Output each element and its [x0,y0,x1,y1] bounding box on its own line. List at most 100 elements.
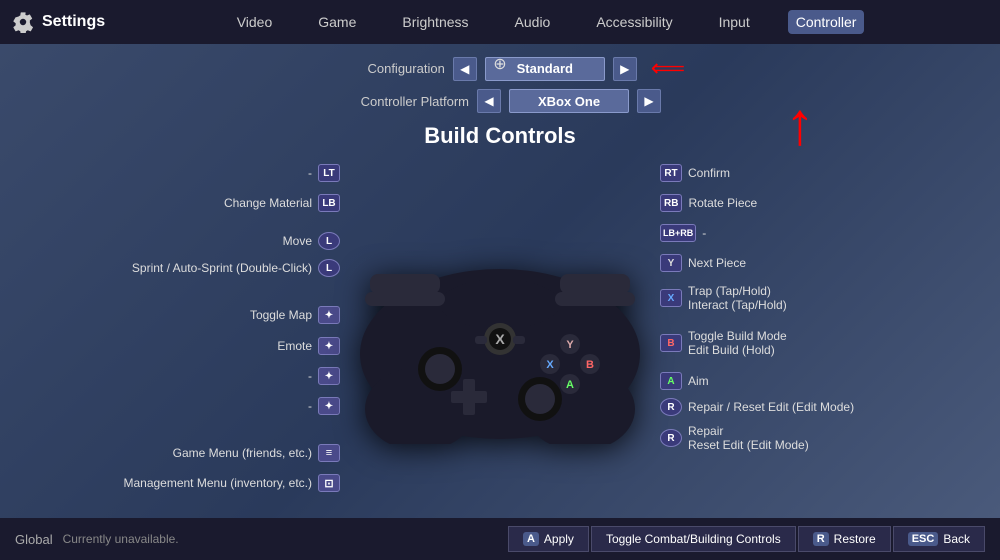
lt-badge: LT [318,164,340,182]
red-arrow-up-icon: ↑ [785,94,815,154]
a-text: Aim [688,374,709,388]
emote-badge: ✦ [318,337,340,355]
lbrb-badge: LB+RB [660,224,696,242]
nav-controller[interactable]: Controller [788,10,865,34]
toggle-combat-button[interactable]: Toggle Combat/Building Controls [591,526,796,552]
apply-key-badge: A [523,532,539,546]
dpad-badge: ✦ [318,306,340,324]
toggle-label: Toggle Combat/Building Controls [606,532,781,546]
lb-text: Change Material [224,196,312,210]
rs2-badge: R [660,429,682,447]
y-label: Y Next Piece [660,254,746,272]
svg-text:Y: Y [566,339,574,351]
rb-text: Rotate Piece [688,196,757,210]
svg-text:B: B [586,359,594,371]
lb-label: LB Change Material [224,194,340,212]
repair-label: R RepairReset Edit (Edit Mode) [660,424,809,452]
x-text: Trap (Tap/Hold)Interact (Tap/Hold) [688,284,787,312]
emote-text: Emote [277,339,312,353]
config-prev-button[interactable]: ◀ [453,57,477,81]
left-dash2-badge: ✦ [318,397,340,415]
crosshair-icon: ⊕ [493,54,506,74]
nav-accessibility[interactable]: Accessibility [588,10,680,34]
nav-audio[interactable]: Audio [507,10,559,34]
b-badge: B [660,334,682,352]
gamemenu-label: ≡ Game Menu (friends, etc.) [173,444,340,462]
platform-prev-button[interactable]: ◀ [477,89,501,113]
restore-key-badge: R [813,532,829,546]
aim-label: R Repair / Reset Edit (Edit Mode) [660,398,854,416]
bottom-bar: Global Currently unavailable. A Apply To… [0,518,1000,560]
left-dash2-text: - [308,399,312,413]
aim-text: Repair / Reset Edit (Edit Mode) [688,400,854,414]
back-key-badge: ESC [908,532,939,546]
move-text: Move [283,234,312,248]
left-dash2-label: ✦ - [308,397,340,415]
platform-next-button[interactable]: ▶ [637,89,661,113]
togglemap-label: ✦ Toggle Map [250,306,340,324]
left-dash1-badge: ✦ [318,367,340,385]
rb-label: RB Rotate Piece [660,194,757,212]
apply-button[interactable]: A Apply [508,526,589,552]
repair-text: RepairReset Edit (Edit Mode) [688,424,809,452]
app-title: Settings [42,13,105,31]
title-bar-left: Settings [12,11,105,33]
x-badge: X [660,289,682,307]
sprint-label: L Sprint / Auto-Sprint (Double-Click) [132,259,340,277]
configuration-label: Configuration [315,61,445,76]
y-badge: Y [660,254,682,272]
restore-label: Restore [834,532,876,546]
right-labels: RT Confirm RB Rotate Piece LB+RB - Y Nex… [660,154,980,514]
controller-area: LT - LB Change Material L Move L Sprint … [20,154,980,514]
b-text: Toggle Build ModeEdit Build (Hold) [688,329,787,357]
ls-badge: L [318,232,340,250]
nav-video[interactable]: Video [229,10,281,34]
rt-label: RT Confirm [660,164,730,182]
lt-label: LT - [308,164,340,182]
left-dash1-label: ✦ - [308,367,340,385]
global-label: Global [15,532,53,547]
status-text: Currently unavailable. [63,532,508,546]
back-button[interactable]: ESC Back [893,526,985,552]
title-bar: Settings Video Game Brightness Audio Acc… [0,0,1000,44]
platform-label: Controller Platform [339,94,469,109]
left-dash1-text: - [308,369,312,383]
nav-menu: Video Game Brightness Audio Accessibilit… [105,10,988,34]
lbrb-text: - [702,226,706,240]
move-label: L Move [283,232,340,250]
red-arrow-left-icon: ⟸ [651,54,685,83]
svg-text:X: X [495,331,505,347]
rs-badge: R [660,398,682,416]
build-controls-title: Build Controls [20,123,980,149]
back-label: Back [943,532,970,546]
y-text: Next Piece [688,256,746,270]
a-badge: A [660,372,682,390]
bottom-actions: A Apply Toggle Combat/Building Controls … [508,526,985,552]
controller-svg: Y B X A X [345,224,655,444]
lb-badge: LB [318,194,340,212]
a-label: A Aim [660,372,709,390]
gamemenu-badge: ≡ [318,444,340,462]
left-labels: LT - LB Change Material L Move L Sprint … [20,154,340,514]
apply-label: Apply [544,532,574,546]
mgmtmenu-text: Management Menu (inventory, etc.) [123,476,312,490]
gear-icon [12,11,34,33]
b-label: B Toggle Build ModeEdit Build (Hold) [660,329,787,357]
rt-text: Confirm [688,166,730,180]
config-next-button[interactable]: ▶ [613,57,637,81]
nav-brightness[interactable]: Brightness [394,10,476,34]
rt-badge: RT [660,164,682,182]
nav-game[interactable]: Game [310,10,364,34]
platform-value: XBox One [509,89,629,113]
sprint-text: Sprint / Auto-Sprint (Double-Click) [132,261,312,275]
restore-button[interactable]: R Restore [798,526,891,552]
nav-input[interactable]: Input [711,10,758,34]
main-content: Configuration ◀ Standard ▶ ⟸ Controller … [0,44,1000,518]
controller-image: Y B X A X [345,224,655,444]
x-label: X Trap (Tap/Hold)Interact (Tap/Hold) [660,284,787,312]
gamemenu-text: Game Menu (friends, etc.) [173,446,312,460]
mgmtmenu-label: ⊡ Management Menu (inventory, etc.) [123,474,340,492]
togglemap-text: Toggle Map [250,308,312,322]
rb-badge: RB [660,194,682,212]
lbrb-label: LB+RB - [660,224,706,242]
